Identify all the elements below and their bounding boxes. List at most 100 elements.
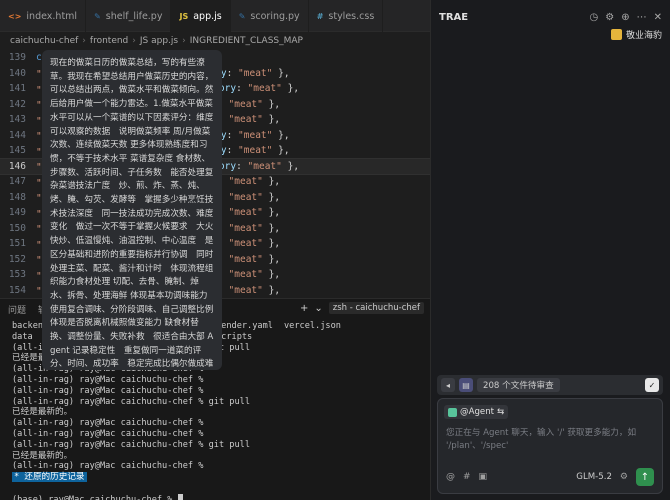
breadcrumb-item[interactable]: JS app.js <box>140 36 178 46</box>
avatar <box>610 29 622 40</box>
settings-small-icon[interactable]: ⚙ <box>620 472 628 482</box>
code-token: }, <box>281 83 300 95</box>
line-number: 140 <box>8 67 26 79</box>
tab-label: shelf_life.py <box>105 10 163 22</box>
editor-tab[interactable]: <> index.html <box>0 0 87 32</box>
code-token: }, <box>272 145 290 157</box>
breadcrumb-item[interactable]: caichuchu-chef <box>10 36 78 46</box>
terminal-file: vercel.json <box>284 321 341 331</box>
line-number: 144 <box>8 129 26 141</box>
terminal-prompt: (base) ray@Mac caichuchu-chef % <box>12 494 178 500</box>
terminal-line: (all-in-rag) ray@Mac caichuchu-chef % <box>12 418 204 429</box>
breadcrumb-item[interactable]: frontend <box>90 36 128 46</box>
code-token: }, <box>262 238 281 250</box>
tab-label: styles.css <box>328 10 375 22</box>
settings-icon[interactable]: ⚙ <box>605 12 614 23</box>
line-number: 154 <box>8 284 26 296</box>
code-token: "meat" <box>228 284 263 296</box>
review-count[interactable]: 208 个文件待审查 <box>477 378 560 392</box>
chat-input-box[interactable]: @Agent ⇆ 您正在与 Agent 聊天，输入 '/' 获取更多能力，如 '… <box>437 398 663 494</box>
code-token: "meat" <box>228 269 263 281</box>
send-button[interactable]: ↑ <box>636 468 654 486</box>
history-icon[interactable]: ◷ <box>590 12 599 23</box>
history-restored-badge: * 还原的历史记录 <box>12 472 87 483</box>
code-token: }, <box>272 129 290 141</box>
line-number: 139 <box>8 52 26 64</box>
editor-tab[interactable]: JS app.js <box>171 0 231 32</box>
switch-icon: ⇆ <box>497 407 505 417</box>
code-token: "meat" <box>238 145 273 157</box>
terminal-line: 已经是最新的。 <box>12 407 73 418</box>
code-token: : <box>226 67 239 79</box>
code-token: "meat" <box>228 222 263 234</box>
code-token: }, <box>262 176 281 188</box>
code-token: }, <box>262 191 281 203</box>
code-token: "meat" <box>228 238 263 250</box>
sidebar-title: TRAE <box>439 11 469 23</box>
agent-chip[interactable]: @Agent ⇆ <box>444 405 509 419</box>
document-icon[interactable]: ▤ <box>459 378 473 392</box>
line-number: 145 <box>8 145 26 157</box>
code-token: "meat" <box>238 129 273 141</box>
terminal-file: scripts <box>216 331 253 342</box>
breadcrumb-separator: › <box>182 36 186 46</box>
chat-input-placeholder[interactable]: 您正在与 Agent 聊天，输入 '/' 获取更多能力，如 '/plan'、'/… <box>446 427 658 453</box>
model-selector[interactable]: GLM-5.2 <box>576 472 612 482</box>
terminal-line: (all-in-rag) ray@Mac caichuchu-chef % <box>12 428 204 439</box>
code-token: }, <box>262 222 281 234</box>
panel-actions: + ⌄ zsh - caichuchu-chef <box>300 302 424 314</box>
css-file-icon: # <box>316 11 324 21</box>
code-token: }, <box>262 253 281 265</box>
code-token: }, <box>281 160 300 172</box>
terminal-line: (all-in-rag) ray@Mac caichuchu-chef % <box>12 461 204 472</box>
tab-label: index.html <box>26 10 78 22</box>
js-file-icon: JS <box>179 11 189 21</box>
line-number: 153 <box>8 269 26 281</box>
breadcrumb: caichuchu-chef › frontend › JS app.js › INGRED… <box>0 32 430 50</box>
line-number: 150 <box>8 222 26 234</box>
editor-tab[interactable]: ✎ shelf_life.py <box>86 0 172 32</box>
breadcrumb-separator: › <box>132 36 136 46</box>
code-token: "meat" <box>228 114 263 126</box>
python-file-icon: ✎ <box>238 11 246 21</box>
editor-tab[interactable]: ✎ scoring.py <box>231 0 309 32</box>
terminal-cursor <box>177 493 183 500</box>
python-file-icon: ✎ <box>94 11 101 21</box>
line-number: 142 <box>8 98 26 110</box>
code-token: }, <box>262 114 281 126</box>
new-chat-icon[interactable]: ⊕ <box>621 12 629 23</box>
code-token: "meat" <box>228 191 263 203</box>
code-token: "meat" <box>247 160 282 172</box>
line-number: 149 <box>8 207 26 219</box>
terminal-file: render.yaml <box>216 321 273 331</box>
terminal-line: (base) ray@Mac caichuchu-chef % <box>12 493 418 500</box>
image-icon[interactable]: ▣ <box>479 472 488 482</box>
accept-all-button[interactable]: ✓ <box>645 378 659 392</box>
sidebar-icons: ◷ ⚙ ⊕ ⋯ ✕ <box>590 12 662 23</box>
terminal-line: * 还原的历史记录 <box>12 472 418 483</box>
review-bar: ◂ ▤ 208 个文件待审查 ✓ <box>437 375 663 395</box>
terminal-line: (all-in-rag) ray@Mac caichuchu-chef % <box>12 385 204 396</box>
add-terminal-icon[interactable]: + <box>300 303 308 314</box>
editor-tabbar: <> index.html ✎ shelf_life.py JS app.js ✎ scori… <box>0 0 430 32</box>
code-token: : <box>226 129 239 141</box>
editor-tab[interactable]: # styles.css <box>309 0 384 32</box>
panel-tab[interactable]: 问题 <box>8 303 26 316</box>
code-token: : <box>236 83 248 95</box>
hash-icon[interactable]: # <box>463 472 471 482</box>
code-token: "meat" <box>228 176 263 188</box>
more-icon[interactable]: ⋯ <box>637 12 647 23</box>
line-number: 152 <box>8 253 26 265</box>
terminal-line: (all-in-rag) ray@Mac caichuchu-chef % gi… <box>12 439 250 450</box>
chevron-down-icon[interactable]: ⌄ <box>314 303 322 314</box>
breadcrumb-item[interactable]: INGREDIENT_CLASS_MAP <box>190 36 303 46</box>
line-number: 147 <box>8 176 26 188</box>
breadcrumb-separator: › <box>82 36 86 46</box>
terminal-name[interactable]: zsh - caichuchu-chef <box>328 302 424 314</box>
close-icon[interactable]: ✕ <box>654 12 662 23</box>
line-number: 151 <box>8 238 26 250</box>
code-token: "meat" <box>228 207 263 219</box>
at-icon[interactable]: @ <box>446 472 455 482</box>
back-icon[interactable]: ◂ <box>441 378 455 392</box>
